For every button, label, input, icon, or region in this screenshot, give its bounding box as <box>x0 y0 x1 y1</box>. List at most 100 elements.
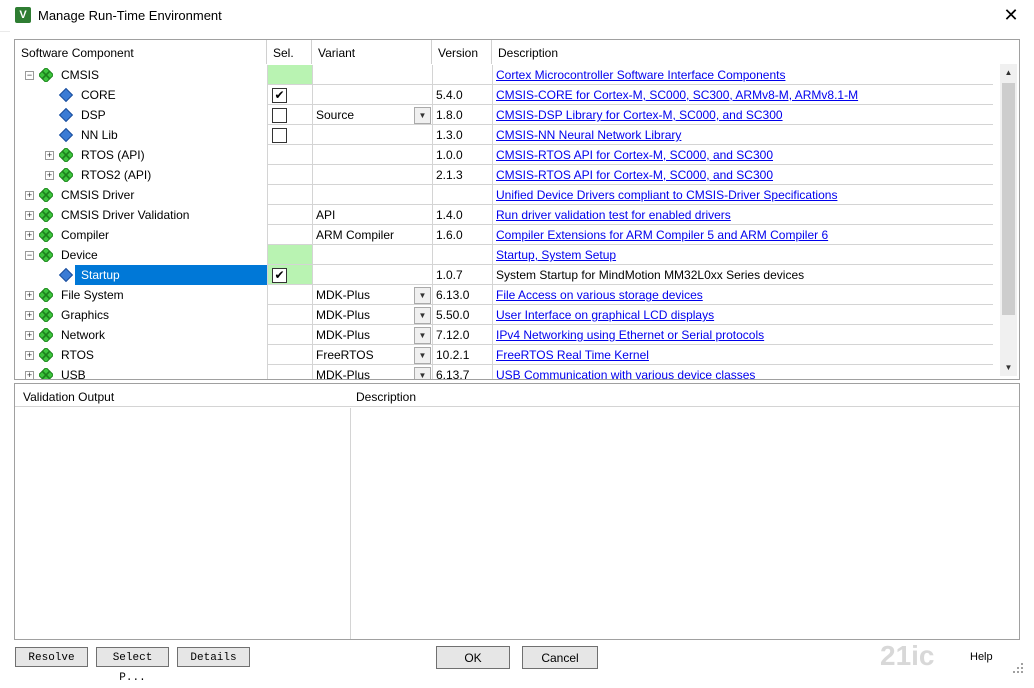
description-cell: Cortex Microcontroller Software Interfac… <box>492 65 993 85</box>
ok-button[interactable]: OK <box>436 646 510 669</box>
component-name: CMSIS Driver <box>61 188 135 202</box>
component-row[interactable]: DSP Source ▼ 1.8.0 CMSIS-DSP Library for Cor… <box>15 105 993 125</box>
component-group-icon <box>39 288 53 302</box>
component-row[interactable]: + RTOS FreeRTOS ▼ 10.2.1 FreeRTOS Real Time K… <box>15 345 993 365</box>
description-link[interactable]: CMSIS-RTOS API for Cortex-M, SC000, and … <box>496 168 773 182</box>
expand-icon[interactable]: + <box>25 351 34 360</box>
select-checkbox[interactable] <box>272 108 287 123</box>
chevron-down-icon[interactable]: ▼ <box>414 367 431 379</box>
expand-icon[interactable]: + <box>25 191 34 200</box>
component-name: CMSIS Driver Validation <box>61 208 190 222</box>
expand-icon[interactable]: + <box>45 171 54 180</box>
variant-cell <box>312 125 432 145</box>
sel-cell[interactable]: ✔ <box>267 85 312 105</box>
variant-cell[interactable]: FreeRTOS ▼ <box>312 345 432 365</box>
cancel-button[interactable]: Cancel <box>522 646 598 669</box>
description-link[interactable]: Compiler Extensions for ARM Compiler 5 a… <box>496 228 828 242</box>
vertical-scrollbar[interactable]: ▲ ▼ <box>1000 64 1017 376</box>
chevron-down-icon[interactable]: ▼ <box>414 347 431 364</box>
component-row[interactable]: CORE ✔ 5.4.0 CMSIS-CORE for Cortex-M, SC000… <box>15 85 993 105</box>
variant-cell[interactable]: MDK-Plus ▼ <box>312 325 432 345</box>
help-button[interactable]: Help <box>970 651 993 663</box>
expand-icon[interactable]: + <box>25 311 34 320</box>
description-link[interactable]: File Access on various storage devices <box>496 288 703 302</box>
scrollbar-thumb[interactable] <box>1002 83 1015 315</box>
description-link[interactable]: IPv4 Networking using Ethernet or Serial… <box>496 328 764 342</box>
description-link[interactable]: Cortex Microcontroller Software Interfac… <box>496 68 785 82</box>
description-link[interactable]: Run driver validation test for enabled d… <box>496 208 731 222</box>
expand-icon[interactable]: + <box>25 371 34 379</box>
component-row[interactable]: + Graphics MDK-Plus ▼ 5.50.0 User Interface o… <box>15 305 993 325</box>
component-row[interactable]: + Network MDK-Plus ▼ 7.12.0 IPv4 Networking u… <box>15 325 993 345</box>
variant-cell[interactable]: MDK-Plus ▼ <box>312 285 432 305</box>
component-row[interactable]: + CMSIS Driver Validation API 1.4.0 Run driv… <box>15 205 993 225</box>
component-row[interactable]: NN Lib 1.3.0 CMSIS-NN Neural Network Libra… <box>15 125 993 145</box>
collapse-icon[interactable]: − <box>25 251 34 260</box>
variant-value: MDK-Plus <box>316 328 371 342</box>
resolve-button[interactable]: Resolve <box>15 647 88 667</box>
description-link[interactable]: Unified Device Drivers compliant to CMSI… <box>496 188 837 202</box>
close-button[interactable]: ✕ <box>996 4 1026 26</box>
collapse-icon[interactable]: − <box>25 71 34 80</box>
variant-value: ARM Compiler <box>316 228 395 242</box>
component-row[interactable]: + RTOS2 (API) 2.1.3 CMSIS-RTOS API for Cort… <box>15 165 993 185</box>
component-row[interactable]: + Compiler ARM Compiler 1.6.0 Compiler Exten… <box>15 225 993 245</box>
description-link[interactable]: Startup, System Setup <box>496 248 616 262</box>
description-cell: USB Communication with various device cl… <box>492 365 993 379</box>
expand-icon[interactable]: + <box>25 211 34 220</box>
expand-icon[interactable]: + <box>25 331 34 340</box>
sel-cell <box>267 185 312 205</box>
chevron-down-icon[interactable]: ▼ <box>414 287 431 304</box>
chevron-down-icon[interactable]: ▼ <box>414 327 431 344</box>
sel-cell[interactable]: ✔ <box>267 265 312 285</box>
component-row[interactable]: Startup ✔ 1.0.7 System Startup for MindMoti… <box>15 265 993 285</box>
component-row[interactable]: − CMSIS Cortex Microcontroller Software In… <box>15 65 993 85</box>
select-checkbox[interactable]: ✔ <box>272 268 287 283</box>
header-sel[interactable]: Sel. <box>267 40 312 64</box>
app-logo-icon: V <box>15 7 31 23</box>
description-cell: Compiler Extensions for ARM Compiler 5 a… <box>492 225 993 245</box>
component-group-icon <box>59 148 73 162</box>
header-description[interactable]: Description <box>492 40 1000 64</box>
component-group-icon <box>39 188 53 202</box>
description-cell: CMSIS-DSP Library for Cortex-M, SC000, a… <box>492 105 993 125</box>
description-link[interactable]: USB Communication with various device cl… <box>496 368 755 379</box>
header-version[interactable]: Version <box>432 40 492 64</box>
description-link[interactable]: FreeRTOS Real Time Kernel <box>496 348 649 362</box>
sel-cell[interactable] <box>267 125 312 145</box>
scroll-down-icon[interactable]: ▼ <box>1000 359 1017 376</box>
expand-icon[interactable]: + <box>25 291 34 300</box>
description-link[interactable]: CMSIS-RTOS API for Cortex-M, SC000, and … <box>496 148 773 162</box>
component-name: DSP <box>81 108 106 122</box>
chevron-down-icon[interactable]: ▼ <box>414 107 431 124</box>
description-link[interactable]: CMSIS-NN Neural Network Library <box>496 128 681 142</box>
component-name: RTOS (API) <box>81 148 145 162</box>
expand-icon[interactable]: + <box>45 151 54 160</box>
description-link[interactable]: User Interface on graphical LCD displays <box>496 308 714 322</box>
variant-cell[interactable]: Source ▼ <box>312 105 432 125</box>
header-software-component[interactable]: Software Component <box>15 40 267 64</box>
description-link[interactable]: CMSIS-CORE for Cortex-M, SC000, SC300, A… <box>496 88 858 102</box>
details-button[interactable]: Details <box>177 647 250 667</box>
variant-cell[interactable]: MDK-Plus ▼ <box>312 305 432 325</box>
resize-grip-icon[interactable] <box>1010 660 1024 674</box>
select-checkbox[interactable] <box>272 128 287 143</box>
sel-cell[interactable] <box>267 105 312 125</box>
expand-icon[interactable]: + <box>25 231 34 240</box>
description-link[interactable]: CMSIS-DSP Library for Cortex-M, SC000, a… <box>496 108 783 122</box>
header-variant[interactable]: Variant <box>312 40 432 64</box>
select-packs-button[interactable]: Select P... <box>96 647 169 684</box>
component-row[interactable]: + USB MDK-Plus ▼ 6.13.7 USB Communication wit… <box>15 365 993 379</box>
scroll-up-icon[interactable]: ▲ <box>1000 64 1017 81</box>
sel-cell <box>267 145 312 165</box>
component-row[interactable]: + File System MDK-Plus ▼ 6.13.0 File Access o… <box>15 285 993 305</box>
sel-cell <box>267 325 312 345</box>
component-row[interactable]: + CMSIS Driver Unified Device Drivers comp… <box>15 185 993 205</box>
chevron-down-icon[interactable]: ▼ <box>414 307 431 324</box>
variant-cell[interactable]: MDK-Plus ▼ <box>312 365 432 379</box>
component-row[interactable]: + RTOS (API) 1.0.0 CMSIS-RTOS API for Corte… <box>15 145 993 165</box>
component-row[interactable]: − Device Startup, System Setup <box>15 245 993 265</box>
component-name: Device <box>61 248 98 262</box>
version-cell: 6.13.0 <box>432 285 492 305</box>
select-checkbox[interactable]: ✔ <box>272 88 287 103</box>
